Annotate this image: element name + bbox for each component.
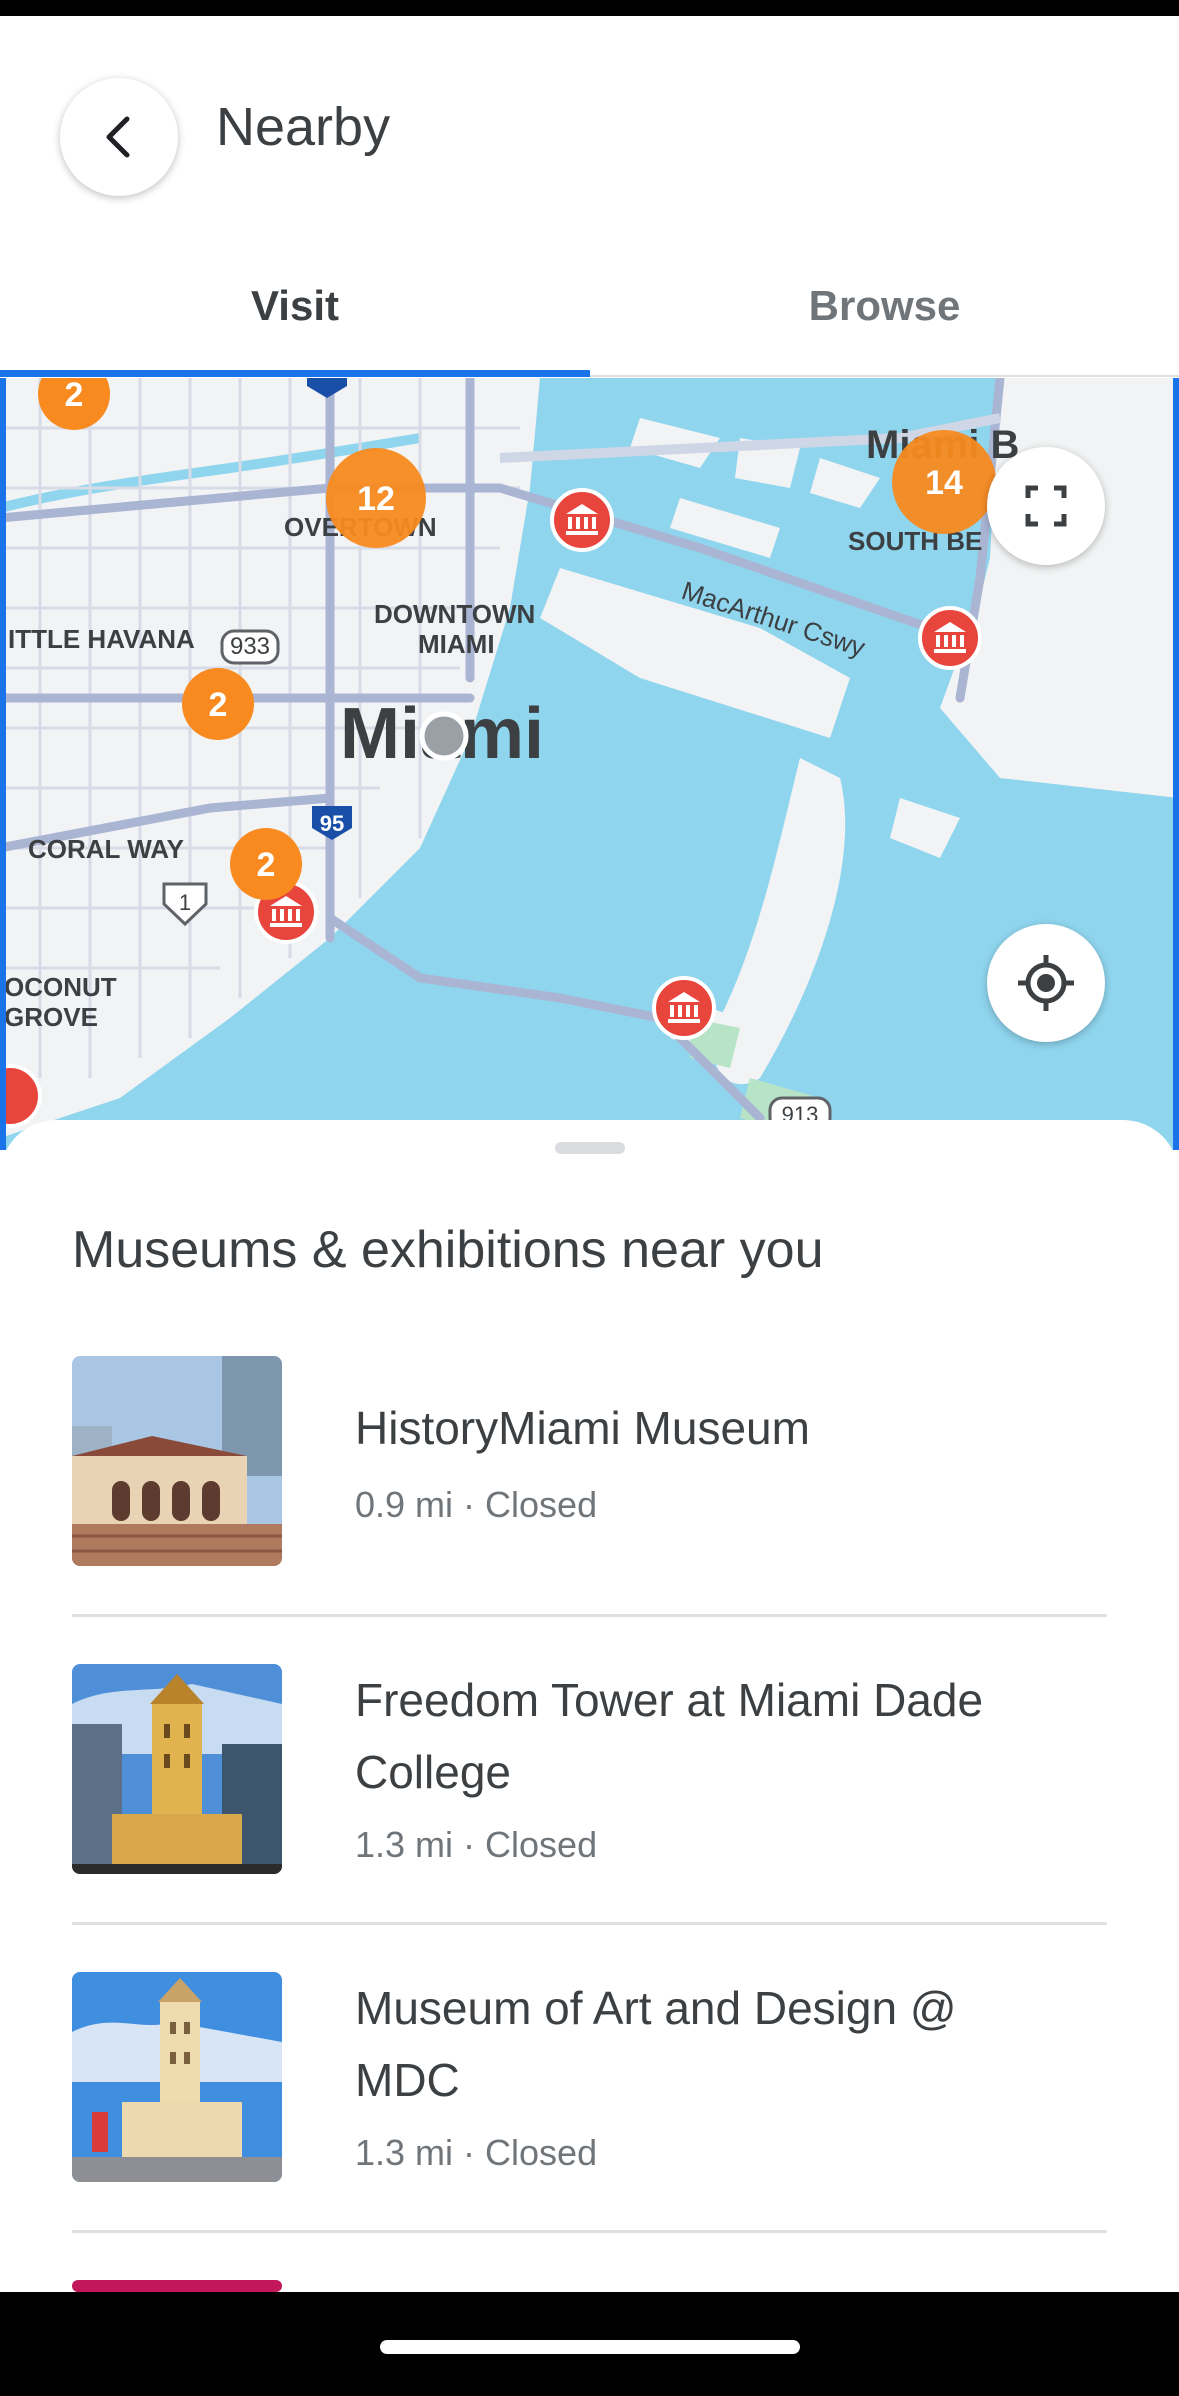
route-95b-label: 95 [320, 811, 344, 836]
cluster-count-3: 2 [209, 686, 228, 724]
downtown-label-1: DOWNTOWN [374, 599, 535, 629]
museum-name-line-2: College [355, 1746, 511, 1798]
app-header: Nearby [0, 16, 1179, 238]
tab-active-indicator [0, 370, 590, 377]
route-933-label: 933 [230, 633, 270, 660]
map-border-left [0, 378, 6, 1150]
my-location-icon [1018, 955, 1074, 1011]
fullscreen-button[interactable] [987, 447, 1105, 565]
museum-name-line-1: Freedom Tower at Miami Dade [355, 1674, 984, 1726]
coconut-grove-label-1: OCONUT [4, 972, 117, 1002]
coconut-grove-label-2: GROVE [4, 1002, 98, 1032]
bottom-sheet[interactable]: Museums & exhibitions near you HistoryMi… [0, 1120, 1179, 2292]
museum-name: HistoryMiami Museum [355, 1402, 810, 1454]
cluster-count-1: 2 [65, 378, 84, 414]
list-divider [72, 1614, 1107, 1617]
arrow-back-icon [106, 116, 130, 158]
list-item-partial[interactable] [72, 2280, 1107, 2292]
museum-distance-status: 1.3 mi · Closed [355, 2132, 598, 2173]
current-location-dot [419, 711, 469, 761]
coral-way-label: CORAL WAY [28, 834, 184, 864]
museum-name-line-1: Museum of Art and Design @ [355, 1982, 957, 2034]
list-divider [72, 2230, 1107, 2233]
little-havana-label: ITTLE HAVANA [8, 624, 195, 654]
cluster-count-2: 12 [357, 480, 395, 518]
museum-thumbnail [72, 2280, 282, 2292]
museum-thumbnail [72, 1972, 282, 2182]
sheet-title: Museums & exhibitions near you [72, 1221, 824, 1279]
museum-thumbnail [72, 1664, 282, 1874]
sheet-drag-handle[interactable] [555, 1142, 625, 1154]
status-bar [0, 0, 1179, 16]
cluster-count-5: 14 [925, 464, 963, 502]
page-title: Nearby [216, 97, 391, 157]
list-item[interactable]: Museum of Art and Design @ MDC 1.3 mi · … [72, 1972, 1107, 2184]
list-item[interactable]: Freedom Tower at Miami Dade College 1.3 … [72, 1664, 1107, 1876]
tab-browse[interactable]: Browse [590, 240, 1179, 372]
back-button[interactable] [60, 78, 178, 196]
museum-thumbnail [72, 1356, 282, 1566]
museum-distance-status: 1.3 mi · Closed [355, 1824, 598, 1865]
home-gesture-bar[interactable] [380, 2340, 800, 2354]
system-nav-bar [0, 2292, 1179, 2396]
map-border-right [1173, 378, 1179, 1150]
downtown-label-2: MIAMI [418, 629, 495, 659]
fullscreen-icon [1025, 485, 1067, 527]
my-location-button[interactable] [987, 924, 1105, 1042]
route-1-label: 1 [179, 890, 191, 915]
tab-visit[interactable]: Visit [0, 240, 590, 372]
museum-distance-status: 0.9 mi · Closed [355, 1484, 598, 1525]
museum-name-line-2: MDC [355, 2054, 460, 2106]
list-item[interactable]: HistoryMiami Museum 0.9 mi · Closed [72, 1356, 1107, 1568]
list-divider [72, 1922, 1107, 1925]
cluster-count-4: 2 [257, 846, 276, 884]
tab-bar: Visit Browse [0, 240, 1179, 378]
